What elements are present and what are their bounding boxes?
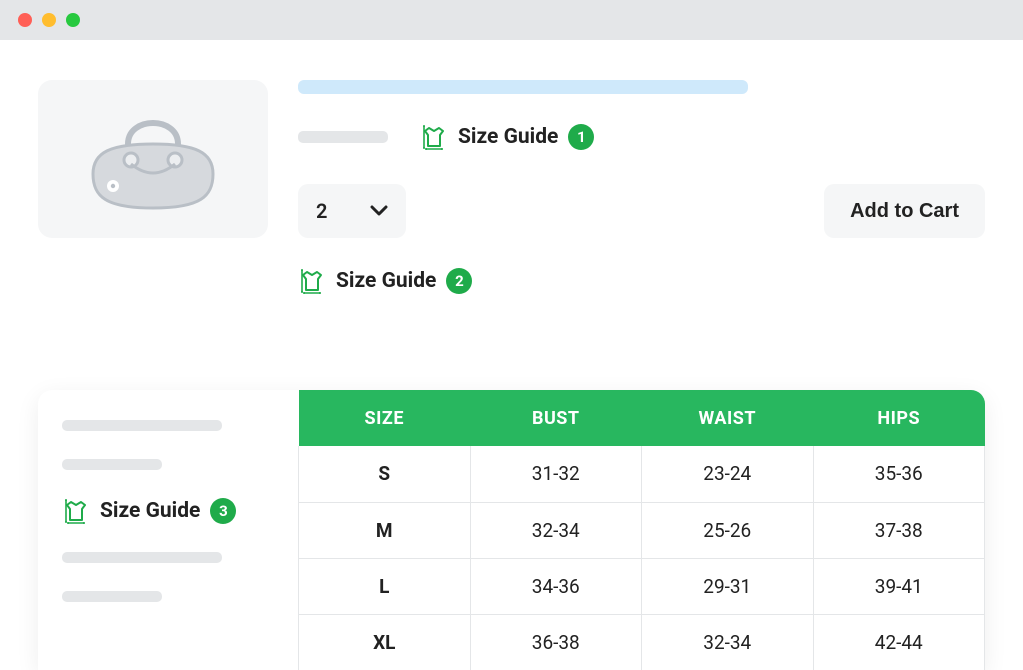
sidebar-skeleton-line (62, 591, 162, 602)
table-header-row: SIZE BUST WAIST HIPS (299, 390, 985, 446)
size-guide-link-1[interactable]: Size Guide 1 (420, 124, 594, 150)
price-skeleton (298, 131, 388, 143)
cell-size: L (299, 558, 471, 614)
add-to-cart-button[interactable]: Add to Cart (824, 184, 985, 238)
cell-hips: 42-44 (813, 614, 985, 670)
cell-bust: 31-32 (470, 446, 642, 502)
table-row: XL 36-38 32-34 42-44 (299, 614, 985, 670)
chevron-down-icon (370, 205, 388, 217)
table-row: M 32-34 25-26 37-38 (299, 502, 985, 558)
cell-bust: 32-34 (470, 502, 642, 558)
col-waist: WAIST (642, 390, 814, 446)
cell-waist: 25-26 (642, 502, 814, 558)
size-guide-row-2: Size Guide 2 (298, 268, 985, 298)
quantity-value: 2 (316, 199, 327, 223)
table-row: S 31-32 23-24 35-36 (299, 446, 985, 502)
qty-and-cart-row: 2 Add to Cart (298, 184, 985, 238)
sidebar-skeleton-line (62, 459, 162, 470)
cell-hips: 39-41 (813, 558, 985, 614)
cell-bust: 36-38 (470, 614, 642, 670)
size-guide-link-3[interactable]: Size Guide 3 (62, 498, 274, 524)
shirt-measure-icon (298, 268, 326, 294)
size-chart-panel: Size Guide 3 SIZE BUST WAIST HIPS (38, 390, 985, 670)
size-guide-label: Size Guide (336, 269, 436, 293)
cell-size: XL (299, 614, 471, 670)
cell-size: M (299, 502, 471, 558)
size-guide-link-2[interactable]: Size Guide 2 (298, 268, 472, 294)
col-hips: HIPS (813, 390, 985, 446)
annotation-badge-1: 1 (568, 124, 594, 150)
col-bust: BUST (470, 390, 642, 446)
cell-bust: 34-36 (470, 558, 642, 614)
quantity-select[interactable]: 2 (298, 184, 406, 238)
window-minimize-icon[interactable] (42, 13, 56, 27)
cell-hips: 37-38 (813, 502, 985, 558)
cell-size: S (299, 446, 471, 502)
size-guide-label: Size Guide (458, 125, 558, 149)
window-title-bar (0, 0, 1023, 40)
sidebar-skeleton-line (62, 420, 222, 431)
sidebar: Size Guide 3 (38, 390, 298, 670)
sidebar-skeleton-line (62, 552, 222, 563)
handbag-icon (83, 104, 223, 214)
cell-hips: 35-36 (813, 446, 985, 502)
window-maximize-icon[interactable] (66, 13, 80, 27)
cell-waist: 23-24 (642, 446, 814, 502)
cell-waist: 29-31 (642, 558, 814, 614)
window-close-icon[interactable] (18, 13, 32, 27)
add-to-cart-label: Add to Cart (850, 200, 959, 223)
cell-waist: 32-34 (642, 614, 814, 670)
product-title-skeleton (298, 80, 748, 94)
size-table-wrap: SIZE BUST WAIST HIPS S 31-32 23-24 35-36… (298, 390, 985, 670)
shirt-measure-icon (420, 124, 448, 150)
annotation-badge-3: 3 (210, 498, 236, 524)
table-row: L 34-36 29-31 39-41 (299, 558, 985, 614)
size-guide-label: Size Guide (100, 499, 200, 523)
product-image (38, 80, 268, 238)
annotation-badge-2: 2 (446, 268, 472, 294)
size-table: SIZE BUST WAIST HIPS S 31-32 23-24 35-36… (298, 390, 985, 670)
price-and-sizeguide-row: Size Guide 1 (298, 124, 985, 150)
page-body: Size Guide 1 2 Add to Cart (0, 40, 1023, 670)
col-size: SIZE (299, 390, 471, 446)
shirt-measure-icon (62, 498, 90, 524)
